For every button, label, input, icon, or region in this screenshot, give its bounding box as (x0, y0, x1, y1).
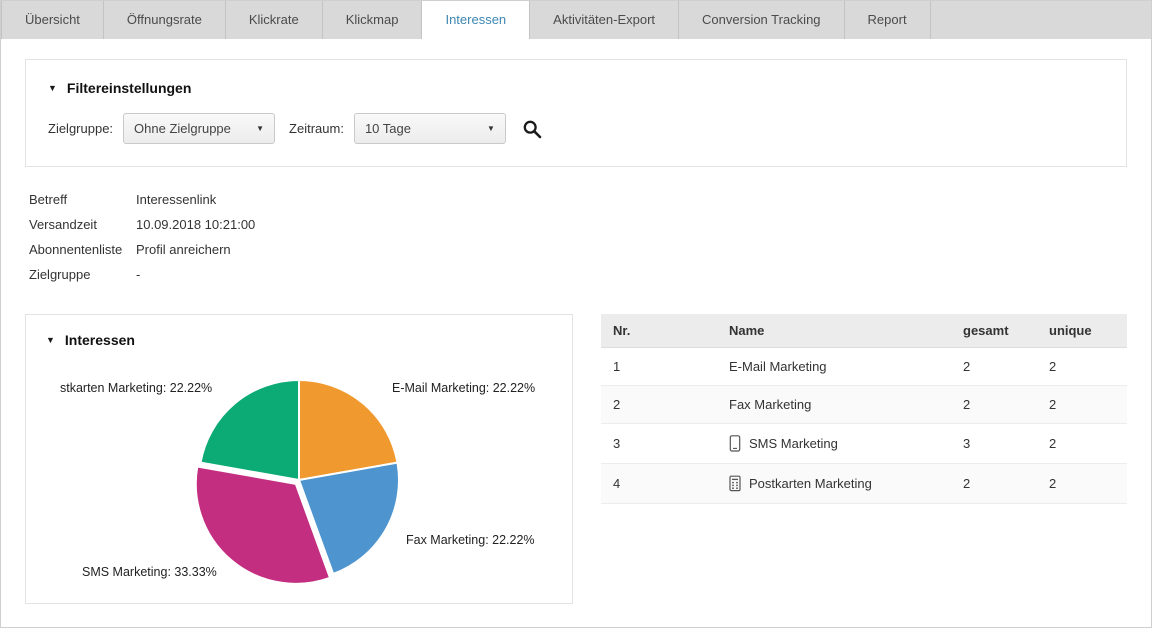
detail-value: - (136, 262, 140, 287)
cell-nr: 4 (601, 464, 717, 504)
tab-interessen[interactable]: Interessen (422, 1, 530, 39)
header-nr: Nr. (601, 314, 717, 348)
header-name: Name (717, 314, 951, 348)
detail-value: Profil anreichern (136, 237, 231, 262)
zeitraum-dropdown[interactable]: 10 Tage ▼ (354, 113, 506, 144)
filter-panel: ▼ Filtereinstellungen Zielgruppe: Ohne Z… (25, 59, 1127, 167)
detail-label: Versandzeit (29, 212, 136, 237)
main-content: ▼ Filtereinstellungen Zielgruppe: Ohne Z… (1, 39, 1151, 604)
zeitraum-label: Zeitraum: (289, 121, 344, 136)
filter-controls: Zielgruppe: Ohne Zielgruppe ▼ Zeitraum: … (48, 113, 1104, 144)
search-icon[interactable] (522, 119, 542, 139)
cell-name: Fax Marketing (717, 386, 951, 424)
cell-gesamt: 3 (951, 424, 1037, 464)
chevron-down-icon: ▼ (487, 124, 495, 133)
interessen-panel-title: ▼ Interessen (46, 332, 552, 348)
cell-name: E-Mail Marketing (717, 348, 951, 386)
table-row: 2 Fax Marketing 2 2 (601, 386, 1127, 424)
tab-bar: Übersicht Öffnungsrate Klickrate Klickma… (1, 1, 1151, 39)
detail-label: Abonnentenliste (29, 237, 136, 262)
interessen-title-text: Interessen (65, 332, 135, 348)
zielgruppe-dropdown[interactable]: Ohne Zielgruppe ▼ (123, 113, 275, 144)
pie-slice-postkarten-marketing[interactable] (201, 380, 299, 480)
detail-row-zielgruppe: Zielgruppe - (29, 262, 1123, 287)
tab-klickmap[interactable]: Klickmap (323, 1, 423, 39)
table-row: 3 SMS Marketing (601, 424, 1127, 464)
mobile-phone-icon (729, 435, 741, 452)
detail-value: Interessenlink (136, 187, 216, 212)
interests-pie-chart[interactable] (179, 360, 419, 600)
tab-oeffnungsrate[interactable]: Öffnungsrate (104, 1, 226, 39)
cell-gesamt: 2 (951, 386, 1037, 424)
zielgruppe-dropdown-value: Ohne Zielgruppe (134, 121, 231, 136)
cell-gesamt: 2 (951, 348, 1037, 386)
interests-table: Nr. Name gesamt unique 1 E-Mail Marketin… (601, 314, 1127, 504)
cell-gesamt: 2 (951, 464, 1037, 504)
cell-name: Postkarten Marketing (717, 464, 951, 504)
detail-row-versandzeit: Versandzeit 10.09.2018 10:21:00 (29, 212, 1123, 237)
mailing-details: Betreff Interessenlink Versandzeit 10.09… (29, 187, 1123, 287)
collapse-icon[interactable]: ▼ (48, 83, 57, 93)
cell-unique: 2 (1037, 424, 1127, 464)
tab-klickrate[interactable]: Klickrate (226, 1, 323, 39)
table-row: 4 (601, 464, 1127, 504)
tab-aktivitaeten-export[interactable]: Aktivitäten-Export (530, 1, 679, 39)
cell-unique: 2 (1037, 386, 1127, 424)
header-gesamt: gesamt (951, 314, 1037, 348)
tabbar-filler (931, 1, 1151, 39)
cell-name: SMS Marketing (717, 424, 951, 464)
pie-label-sms: SMS Marketing: 33.33% (82, 565, 217, 579)
cell-unique: 2 (1037, 348, 1127, 386)
chevron-down-icon: ▼ (256, 124, 264, 133)
pie-label-postkarten: stkarten Marketing: 22.22% (60, 381, 212, 395)
tab-conversion-tracking[interactable]: Conversion Tracking (679, 1, 845, 39)
zeitraum-dropdown-value: 10 Tage (365, 121, 411, 136)
detail-value: 10.09.2018 10:21:00 (136, 212, 255, 237)
cell-nr: 3 (601, 424, 717, 464)
cell-nr: 1 (601, 348, 717, 386)
pie-label-fax: Fax Marketing: 22.22% (406, 533, 535, 547)
filter-title-text: Filtereinstellungen (67, 80, 191, 96)
page: Übersicht Öffnungsrate Klickrate Klickma… (0, 0, 1152, 628)
table-header-row: Nr. Name gesamt unique (601, 314, 1127, 348)
filter-panel-title: ▼ Filtereinstellungen (48, 80, 1104, 96)
pie-label-email: E-Mail Marketing: 22.22% (392, 381, 535, 395)
interessen-panel: ▼ Interessen stkarten Marketing: 22.22% … (25, 314, 573, 604)
collapse-icon[interactable]: ▼ (46, 335, 55, 345)
zielgruppe-label: Zielgruppe: (48, 121, 113, 136)
cell-nr: 2 (601, 386, 717, 424)
detail-label: Zielgruppe (29, 262, 136, 287)
table-row: 1 E-Mail Marketing 2 2 (601, 348, 1127, 386)
detail-label: Betreff (29, 187, 136, 212)
postcard-icon (729, 475, 741, 492)
header-unique: unique (1037, 314, 1127, 348)
cell-unique: 2 (1037, 464, 1127, 504)
tab-uebersicht[interactable]: Übersicht (1, 1, 104, 39)
bottom-section: ▼ Interessen stkarten Marketing: 22.22% … (25, 314, 1127, 604)
detail-row-abonnentenliste: Abonnentenliste Profil anreichern (29, 237, 1123, 262)
tab-report[interactable]: Report (845, 1, 931, 39)
detail-row-betreff: Betreff Interessenlink (29, 187, 1123, 212)
